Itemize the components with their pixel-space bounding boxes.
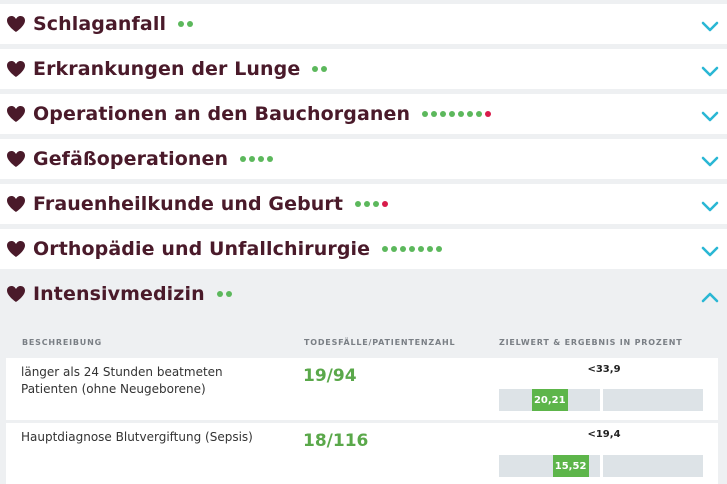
green-dot-icon bbox=[225, 290, 232, 297]
quality-dots bbox=[422, 110, 494, 117]
section-title: Erkrankungen der Lunge bbox=[33, 58, 301, 80]
chevron-down-icon[interactable] bbox=[701, 198, 719, 212]
section-title: Operationen an den Bauchorganen bbox=[33, 103, 411, 125]
quality-dots bbox=[240, 155, 276, 162]
green-dot-icon bbox=[364, 200, 371, 207]
result-fill: 15,52 bbox=[552, 455, 589, 477]
row-ratio: 18/116 bbox=[303, 431, 369, 451]
target-marker bbox=[600, 455, 603, 477]
quality-dots bbox=[178, 20, 196, 27]
red-dot-icon bbox=[382, 200, 389, 207]
chevron-down-icon[interactable] bbox=[701, 18, 719, 32]
green-dot-icon bbox=[321, 65, 328, 72]
chevron-up-icon[interactable] bbox=[701, 288, 719, 303]
red-dot-icon bbox=[485, 110, 492, 117]
result-bar: 15,52 bbox=[499, 455, 703, 477]
column-header-zielwert: ZIELWERT & ERGEBNIS IN PROZENT bbox=[499, 338, 683, 347]
green-dot-icon bbox=[312, 65, 319, 72]
section-erkrankungen-der-lunge[interactable]: Erkrankungen der Lunge bbox=[0, 49, 727, 89]
chevron-down-icon[interactable] bbox=[701, 108, 719, 122]
section-title: Intensivmedizin bbox=[33, 283, 205, 305]
row-ratio: 19/94 bbox=[303, 366, 357, 386]
green-dot-icon bbox=[187, 20, 194, 27]
green-dot-icon bbox=[427, 245, 434, 252]
quality-dots bbox=[355, 200, 391, 207]
green-dot-icon bbox=[216, 290, 223, 297]
heart-icon bbox=[6, 195, 26, 213]
green-dot-icon bbox=[409, 245, 416, 252]
page: Schlaganfall Erkrankungen der Lunge Oper… bbox=[0, 0, 727, 484]
section-schlaganfall[interactable]: Schlaganfall bbox=[0, 4, 727, 44]
result-value: 15,52 bbox=[554, 460, 587, 472]
green-dot-icon bbox=[440, 110, 447, 117]
green-dot-icon bbox=[178, 20, 185, 27]
section-header[interactable]: Intensivmedizin bbox=[0, 272, 727, 316]
heart-icon bbox=[6, 150, 26, 168]
heart-icon bbox=[6, 240, 26, 258]
result-bar: 20,21 bbox=[499, 389, 703, 411]
chevron-down-icon[interactable] bbox=[701, 153, 719, 167]
column-header-todesfaelle: TODESFÄLLE/PATIENTENZAHL bbox=[304, 338, 456, 347]
green-dot-icon bbox=[382, 245, 389, 252]
heart-icon bbox=[6, 105, 26, 123]
green-dot-icon bbox=[400, 245, 407, 252]
green-dot-icon bbox=[373, 200, 380, 207]
green-dot-icon bbox=[436, 245, 443, 252]
quality-dots bbox=[216, 290, 235, 297]
green-dot-icon bbox=[391, 245, 398, 252]
green-dot-icon bbox=[458, 110, 465, 117]
heart-icon bbox=[6, 60, 26, 78]
section-orthopaedie-unfallchirurgie[interactable]: Orthopädie und Unfallchirurgie bbox=[0, 229, 727, 269]
green-dot-icon bbox=[449, 110, 456, 117]
section-frauenheilkunde-geburt[interactable]: Frauenheilkunde und Geburt bbox=[0, 184, 727, 224]
section-title: Gefäßoperationen bbox=[33, 148, 229, 170]
result-value: 20,21 bbox=[533, 394, 566, 406]
green-dot-icon bbox=[240, 155, 247, 162]
quality-dots bbox=[382, 245, 445, 252]
green-dot-icon bbox=[355, 200, 362, 207]
section-title: Frauenheilkunde und Geburt bbox=[33, 193, 344, 215]
target-value: <19,4 bbox=[587, 429, 621, 440]
row-description: Hauptdiagnose Blutvergiftung (Sepsis) bbox=[21, 430, 253, 444]
chevron-down-icon[interactable] bbox=[701, 243, 719, 257]
green-dot-icon bbox=[418, 245, 425, 252]
green-dot-icon bbox=[267, 155, 274, 162]
row-description: länger als 24 Stunden beatmeten Patiente… bbox=[21, 365, 223, 396]
table-row: Hauptdiagnose Blutvergiftung (Sepsis) 18… bbox=[6, 423, 718, 484]
section-title: Orthopädie und Unfallchirurgie bbox=[33, 238, 371, 260]
green-dot-icon bbox=[476, 110, 483, 117]
green-dot-icon bbox=[258, 155, 265, 162]
column-header-beschreibung: BESCHREIBUNG bbox=[22, 338, 102, 347]
table-row: länger als 24 Stunden beatmeten Patiente… bbox=[6, 358, 718, 420]
section-operationen-bauchorgane[interactable]: Operationen an den Bauchorganen bbox=[0, 94, 727, 134]
section-title: Schlaganfall bbox=[33, 13, 167, 35]
green-dot-icon bbox=[422, 110, 429, 117]
heart-icon bbox=[6, 285, 26, 303]
section-gefaessoperationen[interactable]: Gefäßoperationen bbox=[0, 139, 727, 179]
target-value: <33,9 bbox=[587, 364, 621, 375]
green-dot-icon bbox=[431, 110, 438, 117]
section-intensivmedizin: Intensivmedizin BESCHREIBUNG TODESFÄLLE/… bbox=[0, 272, 727, 484]
green-dot-icon bbox=[249, 155, 256, 162]
heart-icon bbox=[6, 15, 26, 33]
chevron-down-icon[interactable] bbox=[701, 63, 719, 77]
target-marker bbox=[600, 389, 603, 411]
quality-dots bbox=[312, 65, 330, 72]
green-dot-icon bbox=[467, 110, 474, 117]
result-fill: 20,21 bbox=[531, 389, 568, 411]
